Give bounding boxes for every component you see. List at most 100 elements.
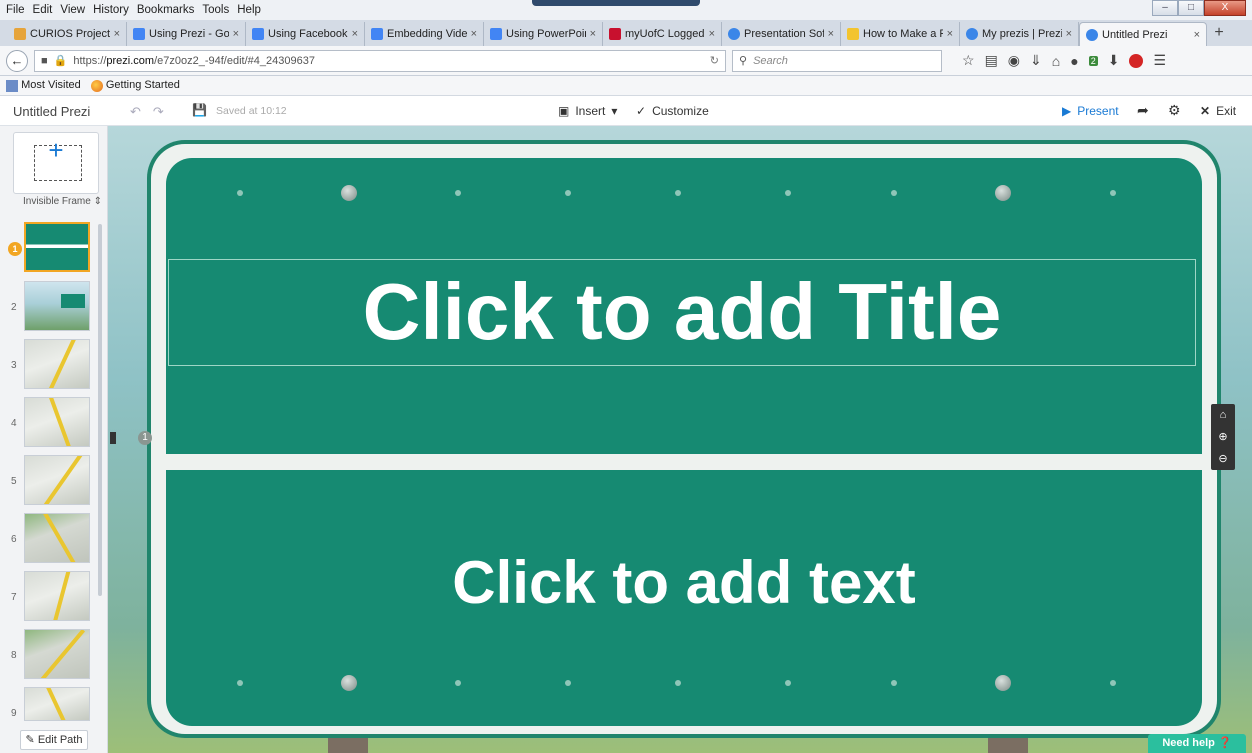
tab-close-icon[interactable]: × <box>114 28 120 40</box>
menu-view[interactable]: View <box>60 4 85 16</box>
tab-close-icon[interactable]: × <box>947 28 953 40</box>
tab-label: Using Prezi - Goo... <box>149 28 229 40</box>
menu-tools[interactable]: Tools <box>202 4 229 16</box>
window-title-nub <box>532 0 700 6</box>
tab-label: myUofC Logged ... <box>625 28 705 40</box>
pocket-icon[interactable]: ◉ <box>1008 52 1020 69</box>
download-arrow-icon[interactable]: ⬇ <box>1108 52 1120 69</box>
bolt <box>891 680 897 686</box>
tab-close-icon[interactable]: × <box>590 28 596 40</box>
download-icon[interactable]: ⇓ <box>1030 52 1042 69</box>
frame-handle[interactable] <box>110 432 116 444</box>
slide-body-text[interactable]: Click to add text <box>166 548 1202 617</box>
thumb-3[interactable] <box>24 339 90 389</box>
bolt <box>785 190 791 196</box>
tab-my-prezis[interactable]: My prezis | Prezi × <box>960 22 1079 46</box>
zoom-out-icon[interactable]: ⊖ <box>1218 452 1227 465</box>
identity-icon[interactable]: ■ <box>41 55 48 67</box>
menu-hamburger-icon[interactable]: ☰ <box>1153 52 1166 69</box>
frame-type-select[interactable]: Invisible Frame ⇕ <box>23 196 102 207</box>
customize-button[interactable]: ✓ Customize <box>636 104 709 118</box>
tab-myuofc[interactable]: myUofC Logged ... × <box>603 22 722 46</box>
present-button[interactable]: ▶ Present <box>1062 104 1119 118</box>
tab-close-icon[interactable]: × <box>471 28 477 40</box>
chat-icon[interactable]: ● <box>1070 53 1078 69</box>
frames-sidebar: + Invisible Frame ⇕ 1 2 3 4 5 6 7 8 9 ✎ … <box>0 126 108 753</box>
tab-close-icon[interactable]: × <box>1194 29 1200 41</box>
tab-close-icon[interactable]: × <box>352 28 358 40</box>
share-icon[interactable]: ➦ <box>1137 102 1149 119</box>
tab-favicon-icon <box>14 28 26 40</box>
add-frame-button[interactable]: + <box>13 132 99 194</box>
edit-path-button[interactable]: ✎ Edit Path <box>20 730 88 750</box>
thumb-number: 4 <box>11 418 17 429</box>
bookmark-most-visited[interactable]: Most Visited <box>6 79 81 92</box>
bolt <box>455 680 461 686</box>
tab-favicon-icon <box>847 28 859 40</box>
minimize-button[interactable]: – <box>1152 0 1178 16</box>
bookmark-star-icon[interactable]: ☆ <box>962 52 975 69</box>
url-bar[interactable]: ■ 🔒 https://prezi.com/e7z0oz2_-94f/edit/… <box>34 49 726 72</box>
thumb-2[interactable] <box>24 281 90 331</box>
tab-using-prezi[interactable]: Using Prezi - Goo... × <box>127 22 246 46</box>
tab-favicon-icon <box>728 28 740 40</box>
current-frame-badge: 1 <box>8 242 22 256</box>
tab-close-icon[interactable]: × <box>233 28 239 40</box>
tab-presentation-software[interactable]: Presentation Soft... × <box>722 22 841 46</box>
menu-history[interactable]: History <box>93 4 129 16</box>
thumb-1[interactable] <box>24 222 90 272</box>
close-window-button[interactable]: X <box>1204 0 1246 16</box>
insert-button[interactable]: ▣ Insert ▾ <box>558 104 617 118</box>
bookmarks-toolbar: Most Visited Getting Started <box>0 76 1252 96</box>
tab-embedding-video[interactable]: Embedding Video... × <box>365 22 484 46</box>
extension-badge[interactable]: 2 <box>1088 55 1098 66</box>
thumb-number: 8 <box>11 650 17 661</box>
thumb-8[interactable] <box>24 629 90 679</box>
reading-list-icon[interactable]: ▤ <box>985 52 998 69</box>
sidebar-scrollbar[interactable] <box>98 224 102 596</box>
maximize-button[interactable]: □ <box>1178 0 1204 16</box>
thumb-9[interactable] <box>24 687 90 721</box>
save-icon[interactable]: 💾 <box>192 103 207 117</box>
tab-favicon-icon <box>1086 28 1098 41</box>
menu-bookmarks[interactable]: Bookmarks <box>137 4 195 16</box>
home-icon[interactable]: ⌂ <box>1052 53 1060 69</box>
thumb-6[interactable] <box>24 513 90 563</box>
thumb-4[interactable] <box>24 397 90 447</box>
need-help-button[interactable]: Need help ❓ <box>1148 734 1246 753</box>
tab-curios[interactable]: CURIOS Project - ... × <box>8 22 127 46</box>
tab-how-to-make[interactable]: How to Make a Pr... × <box>841 22 960 46</box>
tab-close-icon[interactable]: × <box>1066 28 1072 40</box>
document-title[interactable]: Untitled Prezi <box>13 104 90 119</box>
sign-post <box>988 736 1028 753</box>
gear-icon[interactable]: ⚙ <box>1168 102 1181 119</box>
redo-icon[interactable]: ↷ <box>153 104 164 120</box>
undo-icon[interactable]: ↶ <box>130 104 141 120</box>
new-tab-button[interactable]: + <box>1207 22 1231 46</box>
tab-untitled-prezi[interactable]: Untitled Prezi × <box>1079 22 1207 46</box>
bolt <box>675 680 681 686</box>
thumb-5[interactable] <box>24 455 90 505</box>
home-view-icon[interactable]: ⌂ <box>1220 409 1227 421</box>
tab-using-facebook[interactable]: Using Facebook -... × <box>246 22 365 46</box>
back-button[interactable]: ← <box>6 49 28 72</box>
bolt <box>675 190 681 196</box>
thumb-7[interactable] <box>24 571 90 621</box>
reload-icon[interactable]: ↻ <box>710 54 719 67</box>
menu-edit[interactable]: Edit <box>33 4 53 16</box>
bookmark-getting-started[interactable]: Getting Started <box>90 79 180 92</box>
exit-button[interactable]: ✕ Exit <box>1200 104 1236 118</box>
tab-close-icon[interactable]: × <box>828 28 834 40</box>
menu-file[interactable]: File <box>6 4 25 16</box>
slide-title[interactable]: Click to add Title <box>168 266 1196 358</box>
prezi-canvas[interactable]: Click to add Title Click to add text 1 ⌂… <box>108 126 1252 753</box>
tab-label: CURIOS Project - ... <box>30 28 110 40</box>
thumb-number: 9 <box>11 708 17 719</box>
adblock-icon[interactable] <box>1129 53 1144 68</box>
path-marker[interactable]: 1 <box>138 431 152 445</box>
zoom-in-icon[interactable]: ⊕ <box>1218 430 1227 443</box>
menu-help[interactable]: Help <box>237 4 261 16</box>
tab-using-powerpoint[interactable]: Using PowerPoint... × <box>484 22 603 46</box>
tab-close-icon[interactable]: × <box>709 28 715 40</box>
search-input[interactable]: ⚲ Search <box>732 49 942 72</box>
